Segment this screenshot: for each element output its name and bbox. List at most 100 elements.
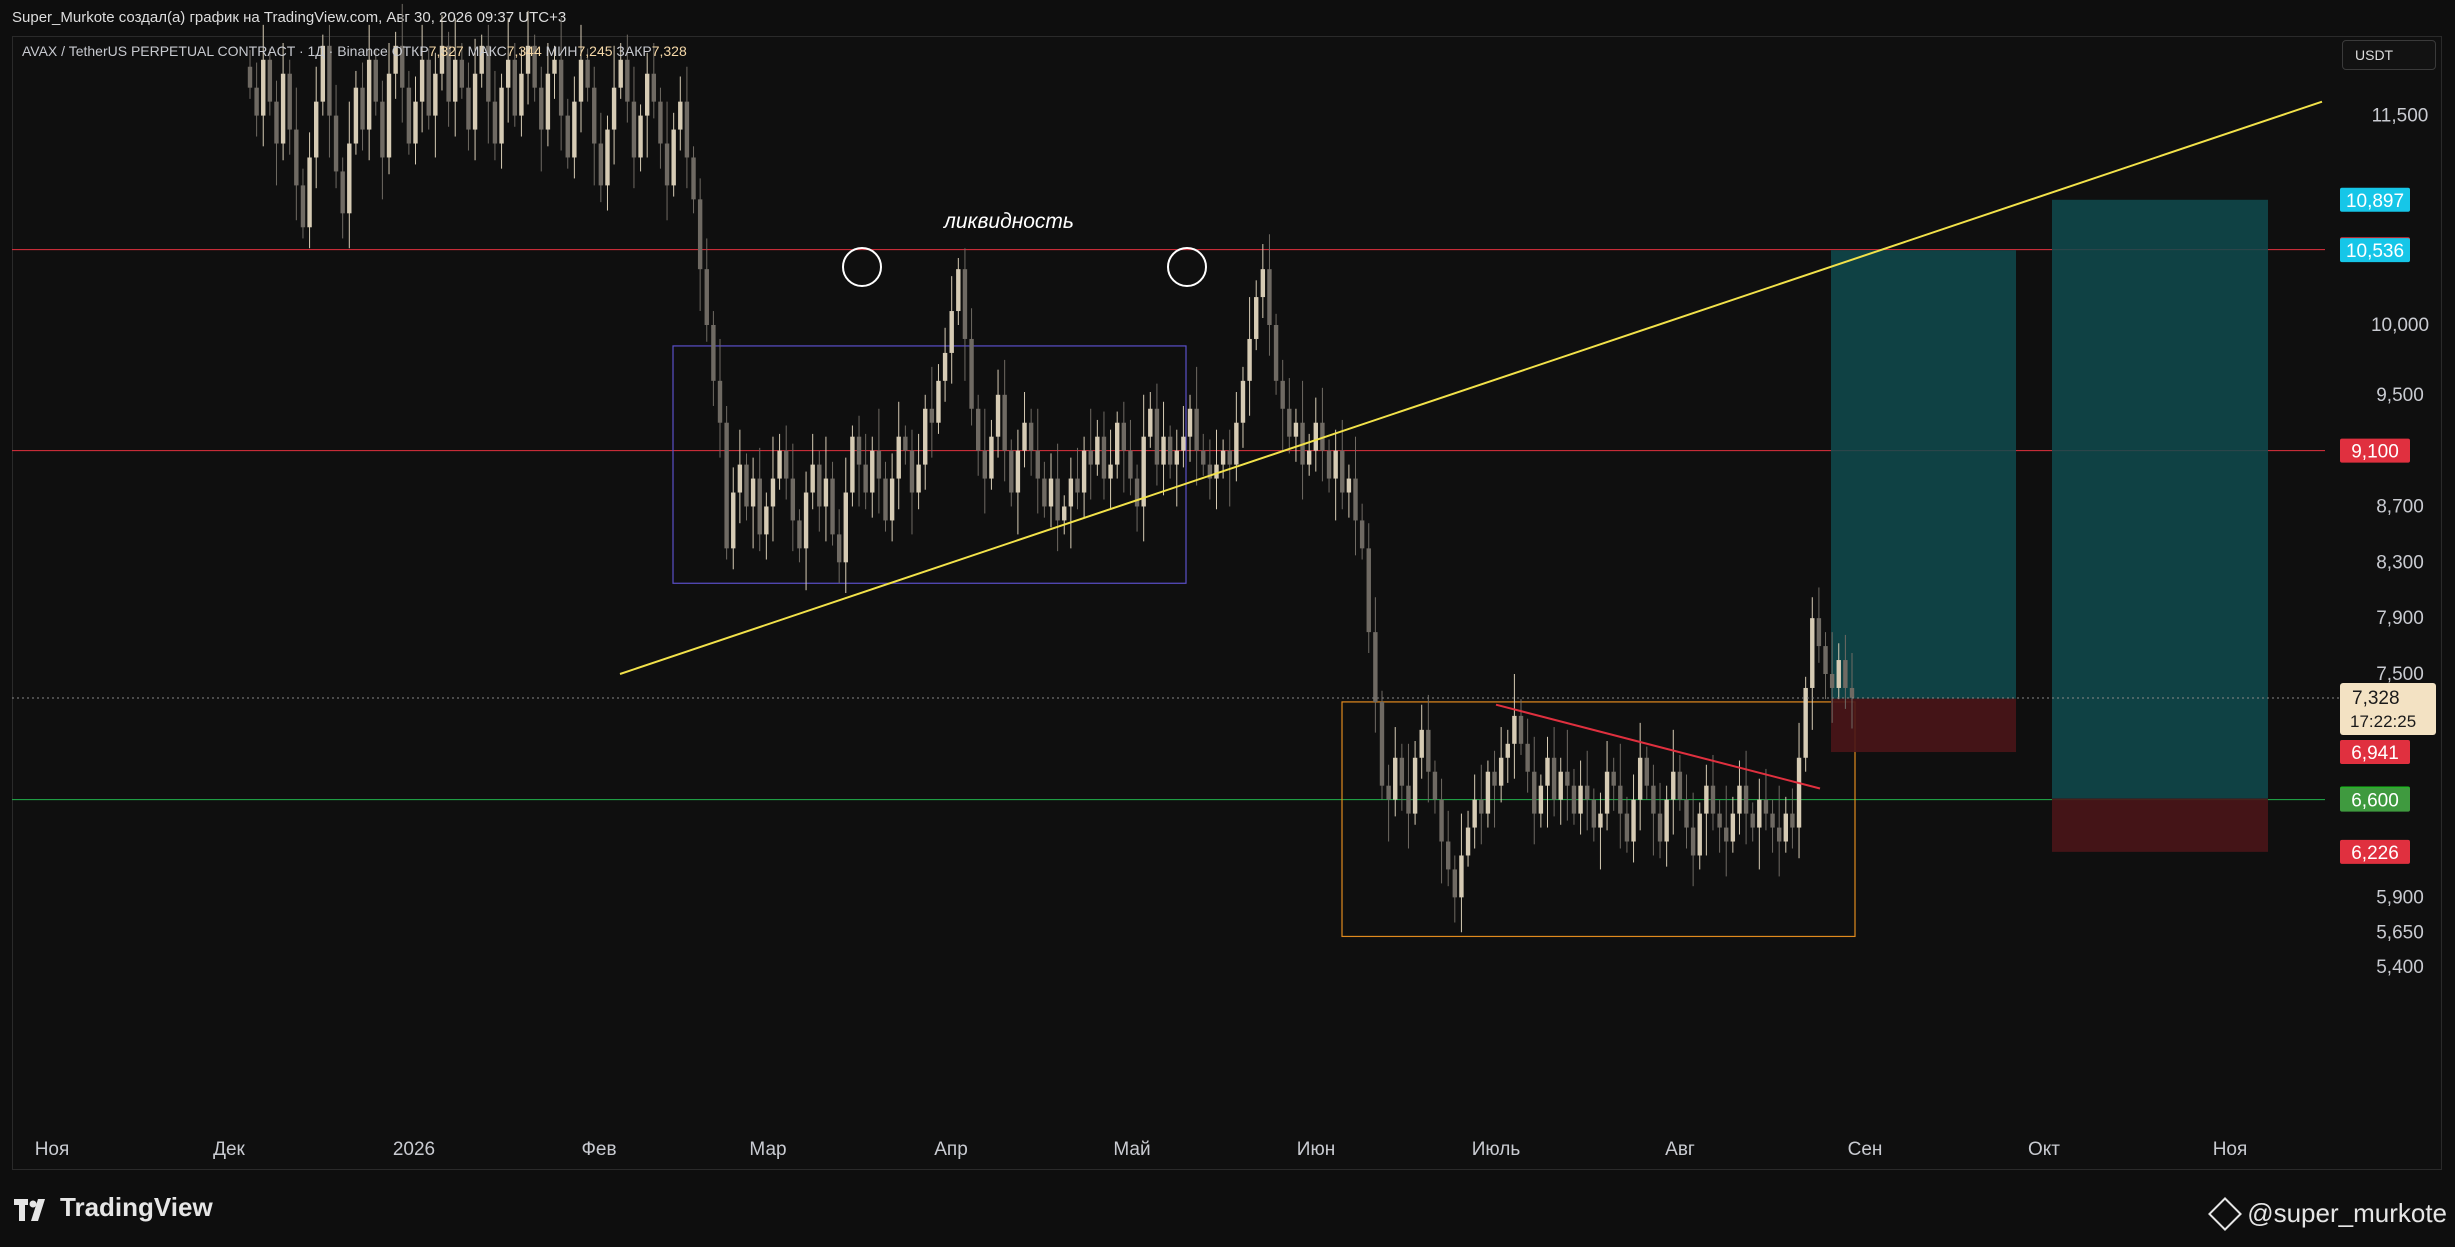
candle-body bbox=[1730, 813, 1736, 842]
candle bbox=[1280, 359, 1285, 451]
candle bbox=[1763, 768, 1769, 831]
candle bbox=[519, 48, 524, 137]
candle-body bbox=[678, 101, 683, 130]
candle-body bbox=[1810, 618, 1815, 688]
currency-button[interactable]: USDT bbox=[2342, 40, 2436, 70]
candle-body bbox=[1068, 478, 1074, 507]
ohlc-open-label: ОТКР bbox=[391, 43, 429, 59]
x-tick-label: Фев bbox=[581, 1139, 616, 1160]
candle-body bbox=[803, 492, 809, 549]
candle-body bbox=[1432, 771, 1438, 800]
candle-body bbox=[1095, 436, 1100, 465]
candle-body bbox=[625, 59, 630, 102]
candle-body bbox=[1618, 785, 1623, 814]
candle-body bbox=[254, 87, 259, 116]
y-tick-label: 5,900 bbox=[2376, 887, 2424, 908]
candle bbox=[658, 87, 663, 169]
candle bbox=[347, 101, 352, 249]
price-chart[interactable]: ликвидность 11,500 10,000 9,500 8,700 8,300 7,… bbox=[0, 0, 2455, 1170]
candle-body bbox=[333, 115, 339, 172]
candle bbox=[671, 112, 676, 197]
candle-body bbox=[1664, 799, 1669, 842]
tradingview-brand[interactable]: TradingView bbox=[14, 1192, 213, 1223]
candle-body bbox=[1518, 715, 1524, 744]
candle-body bbox=[1492, 771, 1497, 786]
candle bbox=[784, 425, 789, 500]
candle-body bbox=[1373, 632, 1378, 702]
candle-body bbox=[737, 464, 743, 493]
candle bbox=[1194, 366, 1199, 486]
candle bbox=[724, 405, 729, 560]
candle-body bbox=[1472, 799, 1477, 828]
candle bbox=[1571, 768, 1577, 825]
candle bbox=[1167, 425, 1173, 479]
candle-body bbox=[1532, 771, 1537, 814]
candle-body bbox=[1379, 701, 1385, 786]
candle bbox=[1677, 754, 1683, 811]
candle-body bbox=[1485, 771, 1491, 814]
candle-body bbox=[843, 492, 848, 563]
candle-body bbox=[366, 59, 372, 130]
candle bbox=[923, 394, 928, 490]
candle bbox=[274, 80, 279, 186]
candle-body bbox=[638, 115, 643, 158]
candle-body bbox=[1114, 422, 1120, 465]
candle bbox=[1141, 394, 1146, 542]
candle-body bbox=[1571, 785, 1577, 814]
candle-body bbox=[1227, 450, 1232, 465]
candle bbox=[1068, 457, 1074, 549]
candle bbox=[896, 401, 901, 510]
candle bbox=[1366, 523, 1371, 654]
candle bbox=[380, 80, 385, 200]
candle-body bbox=[353, 87, 359, 144]
price-tag: 6,941 bbox=[2340, 740, 2410, 765]
candle bbox=[664, 101, 670, 221]
candle-body bbox=[664, 143, 670, 186]
candle-body bbox=[1750, 813, 1755, 828]
position-stop-zone-0 bbox=[1831, 698, 2016, 753]
candle-body bbox=[1273, 325, 1279, 381]
candle bbox=[1386, 764, 1391, 842]
candle-body bbox=[1419, 729, 1424, 758]
candle-body bbox=[1306, 450, 1312, 465]
candle-body bbox=[1604, 771, 1610, 814]
candle bbox=[1803, 676, 1808, 772]
candle bbox=[1796, 722, 1802, 859]
candle-body bbox=[1690, 827, 1696, 856]
candle-body bbox=[1088, 450, 1093, 465]
candle bbox=[1207, 439, 1213, 500]
candle-body bbox=[797, 520, 802, 549]
candle bbox=[1604, 741, 1610, 831]
candle bbox=[1790, 788, 1795, 849]
candle bbox=[1313, 397, 1318, 472]
candle-body bbox=[949, 311, 954, 353]
candle bbox=[433, 52, 438, 158]
candle-body bbox=[1220, 450, 1226, 465]
candle-body bbox=[1009, 450, 1014, 493]
candle bbox=[1485, 760, 1491, 828]
candle-body bbox=[1240, 380, 1246, 423]
candle bbox=[386, 43, 392, 175]
candle bbox=[406, 70, 412, 155]
price-tag-value: 9,100 bbox=[2351, 442, 2399, 463]
candle-body bbox=[995, 394, 1001, 437]
candle bbox=[889, 453, 895, 542]
candle-body bbox=[360, 87, 365, 130]
candle bbox=[1075, 447, 1080, 510]
author-tag: @super_murkote bbox=[2208, 1196, 2447, 1231]
candle-body bbox=[777, 450, 782, 479]
candle-body bbox=[1167, 436, 1173, 465]
candle-body bbox=[472, 73, 478, 130]
candle-body bbox=[1426, 729, 1431, 772]
candle bbox=[870, 436, 875, 518]
candle-body bbox=[1406, 785, 1411, 814]
candle bbox=[565, 98, 570, 169]
candle-body bbox=[1710, 785, 1716, 814]
candle bbox=[1585, 750, 1590, 831]
candle bbox=[1015, 429, 1021, 535]
candle bbox=[1532, 736, 1537, 845]
candle bbox=[1128, 419, 1133, 496]
candle-body bbox=[909, 450, 915, 493]
candle bbox=[393, 31, 398, 99]
x-tick-label: Дек bbox=[213, 1139, 245, 1160]
